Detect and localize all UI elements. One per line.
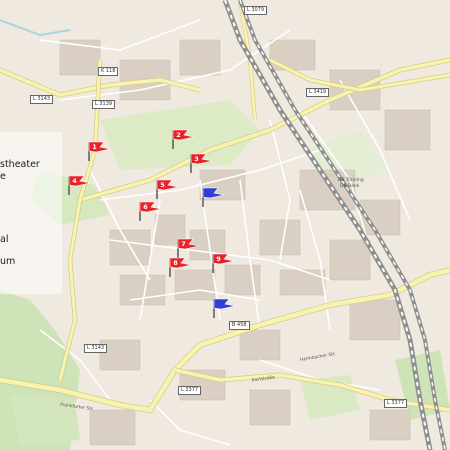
- map-marker-flag[interactable]: 5: [154, 178, 180, 200]
- road-label: K 118: [98, 67, 119, 76]
- flag-icon: [202, 187, 225, 207]
- marker-number: 7: [181, 240, 186, 248]
- road-label: L 3143: [84, 344, 108, 353]
- marker-number: 5: [160, 181, 165, 189]
- map-marker-flag[interactable]: 3: [188, 152, 214, 174]
- map-view[interactable]: L 3079 L 3143 L 3139 K 118 L 3419 B 458 …: [0, 0, 450, 450]
- park-area: [10, 395, 80, 445]
- marker-number: 9: [216, 255, 221, 263]
- overlay-text: stheater: [0, 159, 40, 170]
- map-marker-flag[interactable]: 4: [66, 174, 92, 196]
- map-marker-flag[interactable]: [200, 186, 226, 208]
- map-marker-flag[interactable]: [211, 297, 237, 319]
- overlay-text: um: [0, 256, 16, 267]
- marker-number: 8: [173, 259, 178, 267]
- road-label: L 3139: [92, 100, 116, 109]
- map-marker-flag[interactable]: 2: [170, 128, 196, 150]
- marker-number: 1: [92, 143, 97, 151]
- marker-number: 3: [194, 155, 199, 163]
- road-label: L 3143: [30, 95, 54, 104]
- map-base: [0, 0, 450, 450]
- road-label: B 458: [229, 321, 250, 330]
- road-label: L 3079: [244, 6, 268, 15]
- overlay-text: e: [0, 171, 6, 182]
- overlay-text: al: [0, 234, 9, 245]
- map-marker-flag[interactable]: 6: [137, 200, 163, 222]
- marker-number: 4: [72, 177, 77, 185]
- area-label: DB Bank: [340, 184, 360, 189]
- area-label: DB Training: [338, 178, 364, 183]
- marker-number: 6: [143, 203, 148, 211]
- map-marker-flag[interactable]: 8: [167, 256, 193, 278]
- flag-icon: [213, 298, 236, 318]
- road-label: L 3377: [178, 386, 202, 395]
- road-label: L 3377: [384, 399, 408, 408]
- info-overlay-panel: [0, 132, 62, 294]
- road-label: L 3419: [306, 88, 330, 97]
- map-marker-flag[interactable]: 9: [210, 252, 236, 274]
- map-marker-flag[interactable]: 1: [86, 140, 112, 162]
- marker-number: 2: [176, 131, 181, 139]
